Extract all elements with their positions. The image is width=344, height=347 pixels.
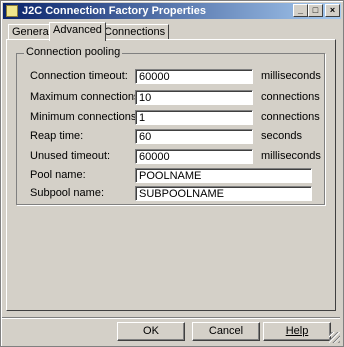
close-button[interactable]: × — [325, 4, 340, 17]
tab-connections[interactable]: Connections — [100, 24, 170, 40]
subpool-name-field[interactable]: SUBPOOLNAME — [135, 186, 312, 201]
connection-timeout-unit: milliseconds — [261, 70, 321, 82]
pool-name-label: Pool name: — [30, 169, 86, 181]
minimize-button[interactable]: _ — [293, 4, 308, 17]
ok-button[interactable]: OK — [117, 322, 185, 341]
pool-name-field[interactable]: POOLNAME — [135, 168, 312, 183]
max-connections-field[interactable]: 10 — [135, 90, 253, 105]
reap-time-unit: seconds — [261, 130, 302, 142]
max-connections-label: Maximum connections: — [30, 91, 143, 103]
group-title: Connection pooling — [24, 46, 123, 58]
window-title: J2C Connection Factory Properties — [22, 5, 206, 17]
cancel-button[interactable]: Cancel — [192, 322, 260, 341]
min-connections-field[interactable]: 1 — [135, 110, 253, 125]
resize-grip[interactable] — [329, 332, 340, 343]
connection-timeout-field[interactable]: 60000 — [135, 69, 253, 84]
unused-timeout-field[interactable]: 60000 — [135, 149, 253, 164]
button-separator — [2, 317, 340, 319]
app-icon — [6, 5, 18, 17]
reap-time-label: Reap time: — [30, 130, 84, 142]
max-connections-unit: connections — [261, 91, 320, 103]
min-connections-unit: connections — [261, 111, 320, 123]
unused-timeout-label: Unused timeout: — [30, 150, 111, 162]
connection-timeout-label: Connection timeout: — [30, 70, 128, 82]
reap-time-field[interactable]: 60 — [135, 129, 253, 144]
min-connections-label: Minimum connections: — [30, 111, 140, 123]
maximize-button[interactable]: □ — [308, 4, 323, 17]
subpool-name-label: Subpool name: — [30, 187, 104, 199]
unused-timeout-unit: milliseconds — [261, 150, 321, 162]
tab-advanced[interactable]: Advanced — [49, 22, 106, 41]
help-button[interactable]: Help — [263, 322, 331, 341]
title-bar[interactable]: J2C Connection Factory Properties _ □ × — [3, 3, 341, 19]
